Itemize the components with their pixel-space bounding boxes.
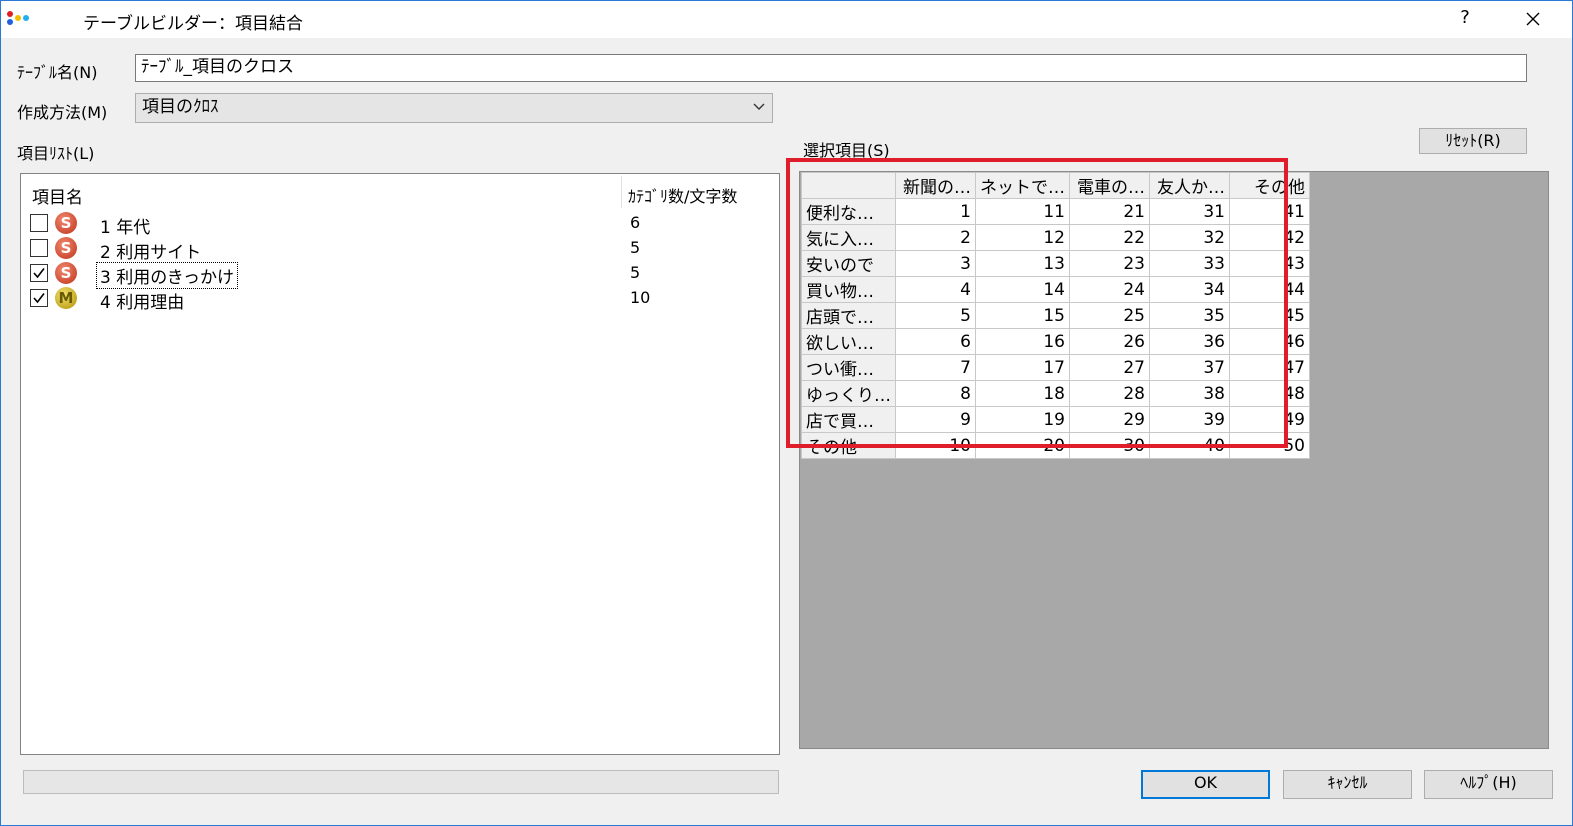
highlight-frame xyxy=(786,158,1288,448)
col-header-count[interactable]: ｶﾃｺﾞﾘ数/文字数 xyxy=(628,183,737,207)
close-icon xyxy=(1526,12,1540,26)
item-count: 6 xyxy=(630,213,641,232)
item-label: 1 年代 xyxy=(100,218,151,238)
item-count: 5 xyxy=(630,263,641,282)
close-button[interactable] xyxy=(1517,5,1549,33)
item-checkbox[interactable] xyxy=(30,214,48,232)
item-count: 5 xyxy=(630,238,641,257)
table-name-label: ﾃｰﾌﾞﾙ名(N) xyxy=(17,63,98,82)
item-list[interactable]: 項目名 ｶﾃｺﾞﾘ数/文字数 S 1 年代 6 S 2 利用サイト 5 S 3 … xyxy=(20,173,780,755)
col-header-name[interactable]: 項目名 xyxy=(32,183,83,208)
window-title: テーブルビルダー：項目結合 xyxy=(83,14,303,34)
list-item[interactable]: S 2 利用サイト 5 xyxy=(21,236,779,263)
progress-bar xyxy=(23,770,779,794)
help-title-button[interactable]: ? xyxy=(1453,7,1477,28)
item-count: 10 xyxy=(630,288,651,307)
item-list-label: 項目ﾘｽﾄ(L) xyxy=(17,144,95,163)
checkmark-icon xyxy=(33,268,45,279)
item-label: 2 利用サイト xyxy=(100,243,202,263)
item-label: 4 利用理由 xyxy=(100,293,185,313)
item-checkbox[interactable] xyxy=(30,289,48,307)
method-select[interactable]: 項目のｸﾛｽ xyxy=(135,93,773,123)
col-header-divider[interactable] xyxy=(621,176,622,208)
app-icon xyxy=(7,11,33,27)
checkmark-icon xyxy=(33,293,45,304)
list-item[interactable]: S 1 年代 6 xyxy=(21,211,779,238)
reset-button[interactable]: ﾘｾｯﾄ(R) xyxy=(1419,128,1527,154)
item-checkbox[interactable] xyxy=(30,264,48,282)
item-label: 3 利用のきっかけ xyxy=(95,262,239,289)
list-item[interactable]: M 4 利用理由 10 xyxy=(21,286,779,313)
single-answer-icon: S xyxy=(55,212,77,234)
multi-answer-icon: M xyxy=(55,287,77,309)
single-answer-icon: S xyxy=(55,262,77,284)
table-name-input[interactable]: ﾃｰﾌﾞﾙ_項目のクロス xyxy=(135,54,1527,82)
method-select-value: 項目のｸﾛｽ xyxy=(142,97,219,117)
title-bar: テーブルビルダー：項目結合 ? xyxy=(1,1,1572,39)
method-label: 作成方法(M) xyxy=(17,103,108,122)
item-list-header: 項目名 ｶﾃｺﾞﾘ数/文字数 xyxy=(21,174,779,210)
ok-button[interactable]: OK xyxy=(1141,770,1270,799)
help-button[interactable]: ﾍﾙﾌﾟ(H) xyxy=(1424,770,1553,799)
list-item[interactable]: S 3 利用のきっかけ 5 xyxy=(21,261,779,289)
dialog-window: テーブルビルダー：項目結合 ? ﾃｰﾌﾞﾙ名(N) ﾃｰﾌﾞﾙ_項目のクロス 作… xyxy=(0,0,1573,826)
single-answer-icon: S xyxy=(55,237,77,259)
item-checkbox[interactable] xyxy=(30,239,48,257)
cancel-button[interactable]: ｷｬﾝｾﾙ xyxy=(1283,770,1412,799)
chevron-down-icon xyxy=(753,103,765,110)
